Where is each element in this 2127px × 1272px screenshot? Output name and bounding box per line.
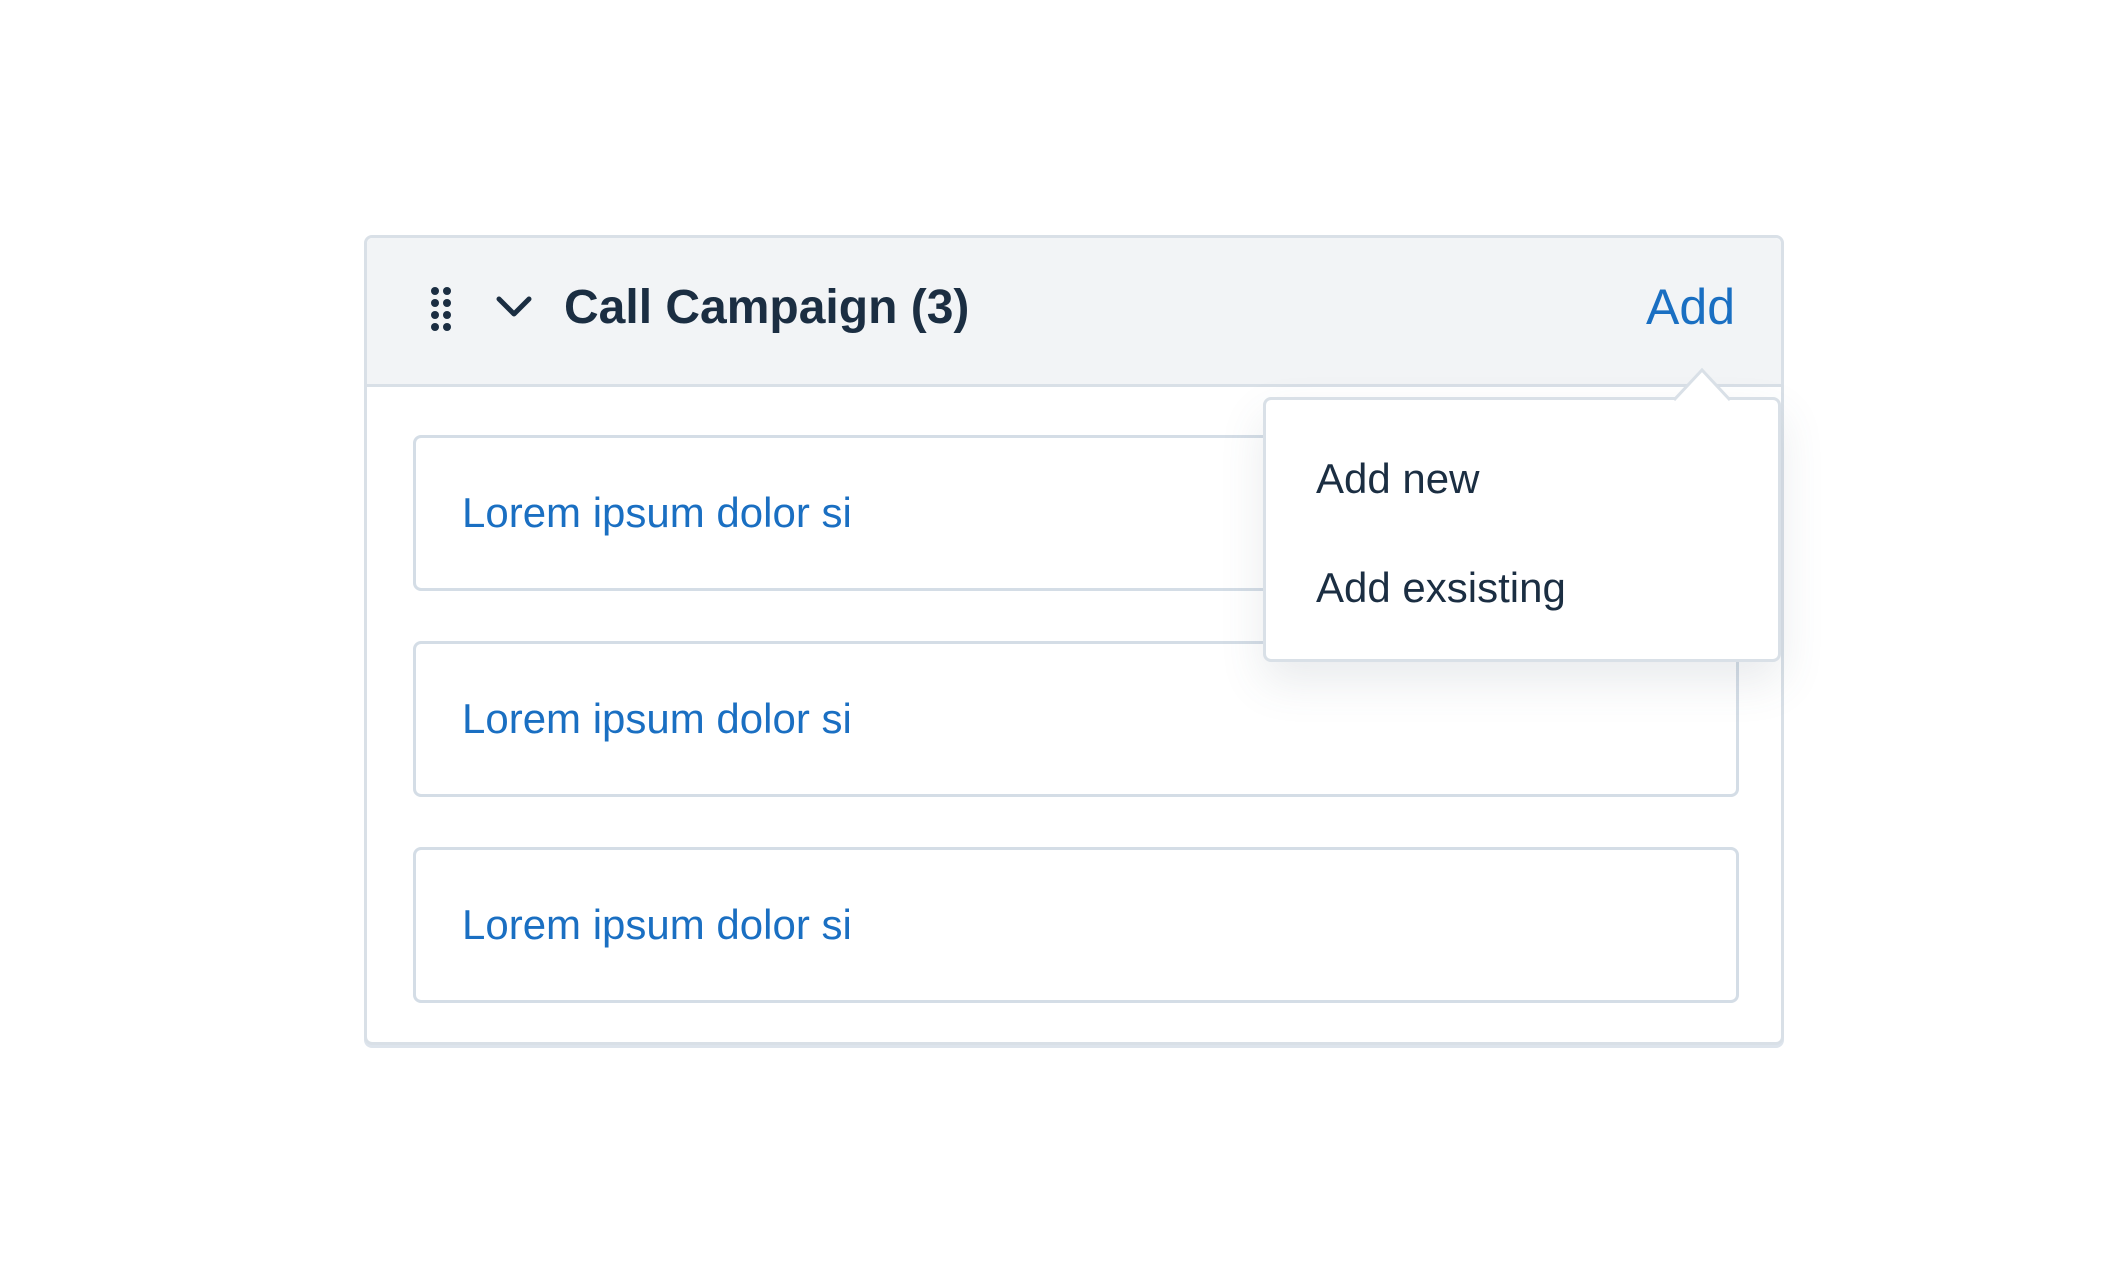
- list-item-link[interactable]: Lorem ipsum dolor si: [462, 692, 852, 746]
- menu-item-add-existing[interactable]: Add exsisting: [1316, 561, 1566, 615]
- menu-item-add-new[interactable]: Add new: [1316, 452, 1479, 506]
- chevron-down-icon[interactable]: [495, 294, 533, 320]
- add-dropdown-menu: Add new Add exsisting: [1263, 397, 1781, 662]
- panel-title: Call Campaign (3): [564, 281, 970, 334]
- panel-header: Call Campaign (3) Add: [367, 238, 1781, 387]
- add-button[interactable]: Add: [1646, 276, 1735, 338]
- list-item-link[interactable]: Lorem ipsum dolor si: [462, 898, 852, 952]
- list-item[interactable]: Lorem ipsum dolor si: [413, 847, 1739, 1003]
- drag-handle-icon[interactable]: [429, 286, 453, 332]
- list-item[interactable]: Lorem ipsum dolor si: [413, 641, 1739, 797]
- dropdown-pointer: [1672, 367, 1732, 401]
- page: Call Campaign (3) Add Lorem ipsum dolor …: [0, 0, 2127, 1272]
- list-item-link[interactable]: Lorem ipsum dolor si: [462, 486, 852, 540]
